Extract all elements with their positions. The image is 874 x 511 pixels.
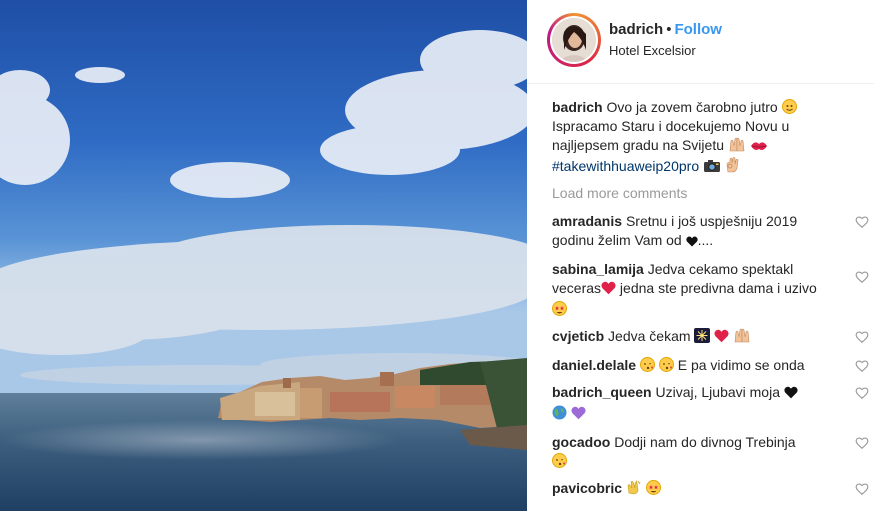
comment-username[interactable]: badrich_queen (552, 384, 652, 400)
like-comment-heart-icon[interactable] (855, 270, 869, 284)
header-title-line: badrich • Follow (609, 21, 722, 38)
post-side-panel: badrich • Follow Hotel Excelsior badrich O… (527, 0, 874, 511)
like-comment-heart-icon[interactable] (855, 359, 869, 373)
sparkler-emoji-icon (694, 328, 711, 348)
load-more-comments-button[interactable]: Load more comments (552, 184, 852, 203)
lips-emoji-icon (750, 138, 768, 157)
comment-text-tail: .... (697, 232, 714, 248)
comments-list: badrich Ovo ja zovem čarobno jutro Ispra… (552, 98, 869, 500)
comment-username[interactable]: pavicobric (552, 480, 622, 496)
caption-hashtag[interactable]: #takewithhuaweip20pro (552, 158, 699, 174)
comment-item: sabina_lamija Jedva cekamo spektakl vece… (552, 260, 869, 319)
smiling-face-emoji-icon (781, 99, 797, 114)
red-heart-emoji-icon (714, 329, 729, 348)
face-blowing-kiss-emoji-icon (552, 453, 567, 468)
red-heart-emoji-icon (601, 281, 616, 300)
location-link[interactable]: Hotel Excelsior (609, 43, 696, 58)
raising-hands-emoji-icon (728, 137, 746, 157)
ok-hand-emoji-icon (725, 157, 739, 178)
avatar-image (552, 18, 596, 62)
black-heart-emoji-icon (685, 233, 698, 252)
comment-text: E pa vidimo se onda (677, 357, 805, 373)
comment-username[interactable]: sabina_lamija (552, 261, 644, 277)
comment-item: gocadoo Dodji nam do divnog Trebinja (552, 433, 869, 471)
like-comment-heart-icon[interactable] (855, 482, 869, 496)
star-struck-emoji-icon (645, 480, 661, 495)
comment-text: Uzivaj, Ljubavi moja (655, 384, 780, 400)
comment-item: amradanis Sretnu i još uspješniju 2019 g… (552, 212, 869, 252)
like-comment-heart-icon[interactable] (855, 386, 869, 400)
purple-heart-emoji-icon (571, 406, 586, 425)
face-blowing-kiss-emoji-icon (639, 357, 655, 372)
comment-text: Dodji nam do divnog Trebinja (614, 434, 796, 450)
avatar[interactable] (547, 13, 601, 67)
like-comment-heart-icon[interactable] (855, 215, 869, 229)
face-blowing-kiss-emoji-icon (658, 357, 674, 372)
comment-text-2: jedna ste predivna dama i uzivo (619, 280, 817, 296)
comment-username[interactable]: cvjeticb (552, 328, 604, 344)
globe-emoji-icon (552, 405, 567, 425)
caption-username[interactable]: badrich (552, 99, 603, 115)
caption-text: Ovo ja zovem čarobno jutro (606, 99, 778, 115)
like-comment-heart-icon[interactable] (855, 436, 869, 450)
camera-emoji-icon (703, 159, 721, 178)
post-username[interactable]: badrich (609, 21, 663, 38)
like-comment-heart-icon[interactable] (855, 330, 869, 344)
post-photo[interactable] (0, 0, 527, 511)
star-struck-emoji-icon (552, 301, 567, 316)
comment-item: daniel.delale E pa vidimo se onda (552, 356, 869, 375)
comment-item: badrich_queen Uzivaj, Ljubavi moja (552, 383, 869, 425)
clapping-hands-emoji-icon (626, 480, 642, 500)
comment-item: cvjeticb Jedva čekam (552, 327, 869, 348)
follow-button[interactable]: Follow (674, 21, 722, 38)
black-heart-emoji-icon (784, 385, 798, 404)
comment-item: pavicobric (552, 479, 869, 500)
comment-username[interactable]: amradanis (552, 213, 622, 229)
comment-username[interactable]: daniel.delale (552, 357, 636, 373)
post-header: badrich • Follow Hotel Excelsior (527, 0, 874, 84)
comment-username[interactable]: gocadoo (552, 434, 610, 450)
avatar-inner (550, 16, 598, 64)
separator-dot: • (666, 21, 672, 38)
comment-text: Jedva čekam (608, 328, 691, 344)
caption: badrich Ovo ja zovem čarobno jutro Ispra… (552, 98, 852, 178)
raising-hands-emoji-icon (733, 328, 751, 348)
